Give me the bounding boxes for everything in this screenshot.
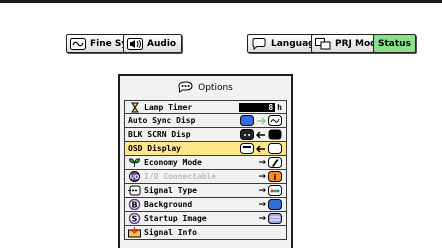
black-screen-icon <box>240 129 254 140</box>
menu-item-osd-display[interactable]: OSD Display <box>124 142 287 156</box>
fine-sync-icon <box>70 37 86 50</box>
osd-display-toggle[interactable] <box>240 143 282 154</box>
hourglass-icon <box>128 102 141 113</box>
economy-label: Economy Mode <box>144 158 202 167</box>
menu-item-startup-image[interactable]: S Startup Image → <box>124 212 287 226</box>
auto-sync-label: Auto Sync Disp <box>128 116 196 125</box>
startup-image-submenu[interactable]: → <box>258 213 282 224</box>
lamp-timer-value-box: 8 h <box>239 102 282 113</box>
arrow-right-icon: → <box>258 185 266 196</box>
options-title: Options <box>198 83 233 93</box>
menu-item-background[interactable]: B Background → <box>124 198 287 212</box>
pen-icon <box>268 157 282 168</box>
audio-label: Audio <box>147 38 177 49</box>
leaf-icon <box>128 157 141 168</box>
arrow-right-icon: → <box>258 213 266 224</box>
menu-item-auto-sync-disp[interactable]: Auto Sync Disp <box>124 114 287 128</box>
blue-screen-icon <box>240 115 254 126</box>
signal-type-label: Signal Type <box>144 186 197 195</box>
startup-screen-icon <box>268 213 282 224</box>
menu-item-signal-type[interactable]: Signal Type → <box>124 184 287 198</box>
svg-text:i: i <box>274 173 277 182</box>
economy-submenu[interactable]: → <box>258 157 282 168</box>
startup-image-label: Startup Image <box>144 214 207 223</box>
audio-tab[interactable]: Audio <box>123 34 183 53</box>
menu-item-signal-info[interactable]: Signal Info <box>124 226 287 240</box>
io-icon: I/O <box>128 171 141 182</box>
status-tab[interactable]: Status <box>373 34 416 53</box>
lamp-timer-label: Lamp Timer <box>144 102 193 112</box>
osd-on-icon <box>240 143 254 154</box>
options-list: Lamp Timer 8 h Auto Sync Disp BLK SCRN D… <box>124 100 287 240</box>
svg-text:S: S <box>132 214 138 223</box>
signal-type-icon <box>128 185 141 196</box>
lamp-timer-value: 8 <box>239 103 276 112</box>
background-b-icon: B <box>128 199 141 210</box>
blue-bg-icon <box>268 199 282 210</box>
menu-item-lamp-timer[interactable]: Lamp Timer 8 h <box>124 100 287 114</box>
background-submenu[interactable]: → <box>258 199 282 210</box>
projector-icon <box>315 37 331 50</box>
info-icon: i <box>268 171 282 182</box>
osd-off-icon <box>268 143 282 154</box>
svg-text:B: B <box>131 200 137 209</box>
menu-item-io-connectable[interactable]: I/O I/O Connectable → i <box>124 170 287 184</box>
signal-info-label: Signal Info <box>144 228 197 237</box>
startup-s-icon: S <box>128 213 141 224</box>
arrow-right-icon: → <box>258 171 266 182</box>
speaker-icon <box>127 37 143 50</box>
speech-bubble-icon <box>251 37 267 50</box>
auto-sync-toggle[interactable] <box>240 115 282 126</box>
arrow-right-icon: → <box>258 199 266 210</box>
top-divider <box>0 0 442 3</box>
osd-display-label: OSD Display <box>128 144 181 153</box>
signal-info-icon <box>128 227 141 238</box>
signal-type-submenu[interactable]: → <box>258 185 282 196</box>
options-header: Options <box>120 76 291 100</box>
fine-sync-screen-icon <box>268 115 282 126</box>
menu-item-economy-mode[interactable]: Economy Mode → <box>124 156 287 170</box>
menu-item-blk-scrn-disp[interactable]: BLK SCRN Disp <box>124 128 287 142</box>
io-connectable-label: I/O Connectable <box>144 172 217 181</box>
blk-scrn-label: BLK SCRN Disp <box>128 130 191 139</box>
black-fill-icon <box>268 129 282 140</box>
arrow-left-icon <box>256 144 265 153</box>
options-icon <box>178 80 193 96</box>
options-panel: Options Lamp Timer 8 h Auto Sync Disp BL… <box>118 74 293 248</box>
arrow-left-right-icon <box>257 116 266 125</box>
svg-text:I/O: I/O <box>130 174 140 181</box>
arrow-left-icon <box>256 130 265 139</box>
io-connectable-submenu[interactable]: → i <box>258 171 282 182</box>
lamp-timer-unit: h <box>277 103 282 112</box>
rgb-icon <box>268 185 282 196</box>
background-label: Background <box>144 200 193 209</box>
blk-scrn-toggle[interactable] <box>240 129 282 140</box>
status-label: Status <box>378 38 411 49</box>
arrow-right-icon: → <box>258 157 266 168</box>
